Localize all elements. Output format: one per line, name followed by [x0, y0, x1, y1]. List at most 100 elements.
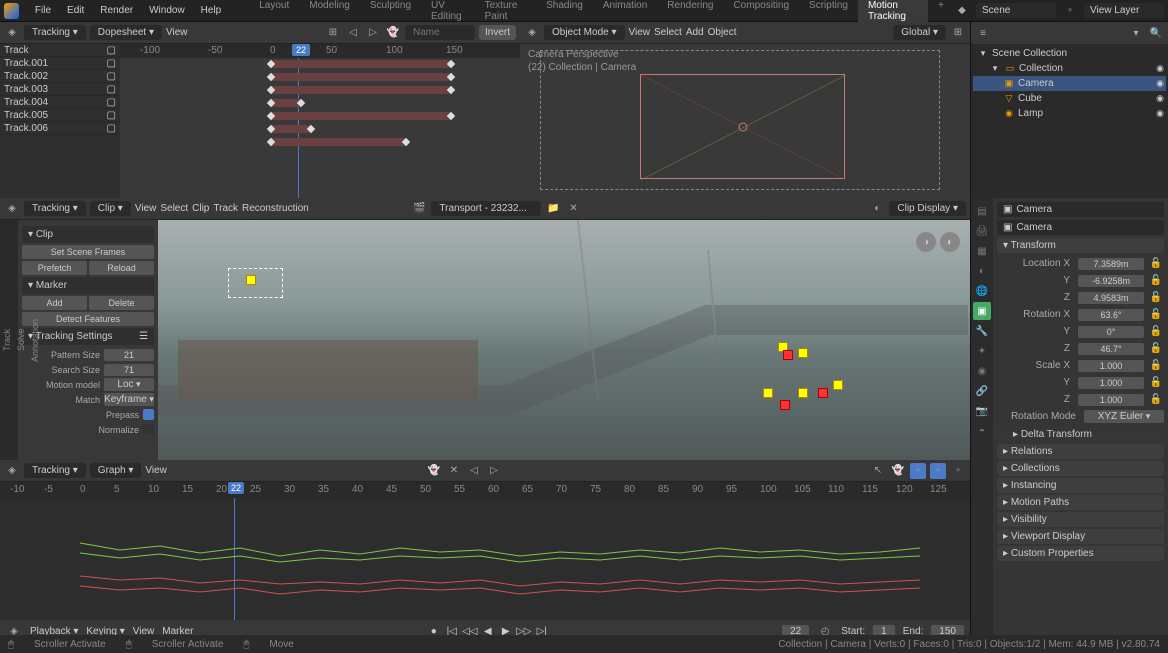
clip-clip-menu[interactable]: Clip: [192, 203, 209, 214]
graph-view-menu[interactable]: View: [145, 465, 167, 476]
tab-compositing[interactable]: Compositing: [723, 0, 799, 25]
lock-view-icon[interactable]: ◑: [916, 232, 936, 252]
lock-icon[interactable]: ▢: [107, 110, 116, 121]
menu-file[interactable]: File: [27, 2, 59, 19]
track-row[interactable]: Track.004▢: [0, 96, 120, 109]
track-row[interactable]: Track.003▢: [0, 83, 120, 96]
tab-animation[interactable]: Animation: [593, 0, 657, 25]
current-frame-indicator[interactable]: 22: [292, 44, 310, 56]
track-row[interactable]: Track.001▢: [0, 57, 120, 70]
tab-material[interactable]: ◓: [973, 422, 991, 440]
tab-world[interactable]: 🌐: [973, 282, 991, 300]
toggle2-icon[interactable]: ▫: [930, 463, 946, 479]
ghost-icon[interactable]: 👻: [426, 463, 442, 479]
clip-track-menu[interactable]: Track: [213, 203, 238, 214]
dopesheet-search[interactable]: [405, 25, 475, 40]
rot-z-field[interactable]: 46.7°: [1078, 343, 1144, 355]
snap-icon[interactable]: ⊞: [325, 25, 341, 41]
mute-icon[interactable]: ◐: [940, 232, 960, 252]
track-row[interactable]: Track.005▢: [0, 109, 120, 122]
section-instancing[interactable]: ▸ Instancing: [997, 478, 1164, 493]
clip-view[interactable]: ◑ ◐: [158, 220, 970, 460]
section-collections[interactable]: ▸ Collections: [997, 461, 1164, 476]
search-size-field[interactable]: 71: [104, 364, 154, 376]
outliner-row[interactable]: ▽Cube◉: [973, 91, 1166, 106]
lock-icon[interactable]: 🔓: [1148, 375, 1164, 391]
filter-icon[interactable]: ▾: [1128, 25, 1144, 41]
track-row[interactable]: Track.002▢: [0, 70, 120, 83]
tab-physics[interactable]: ◉: [973, 362, 991, 380]
editor-type-icon[interactable]: ◈: [524, 25, 540, 41]
vp-add-menu[interactable]: Add: [686, 27, 704, 38]
viewlayer-field[interactable]: View Layer: [1084, 3, 1164, 18]
toggle1-icon[interactable]: ▫: [910, 463, 926, 479]
ghost2-icon[interactable]: 👻: [890, 463, 906, 479]
track-row[interactable]: Track.006▢: [0, 122, 120, 135]
tab-solve[interactable]: Solve: [14, 220, 28, 460]
camera-frame[interactable]: [640, 74, 845, 179]
scene-name-field[interactable]: Scene: [976, 3, 1056, 18]
eye-icon[interactable]: ◉: [1154, 63, 1166, 75]
cursor-icon[interactable]: ↖: [870, 463, 886, 479]
tab-render[interactable]: ▤: [973, 202, 991, 220]
loc-y-field[interactable]: -6.9258m: [1078, 275, 1144, 287]
scale-z-field[interactable]: 1.000: [1078, 394, 1144, 406]
lock-icon[interactable]: ▢: [107, 58, 116, 69]
pattern-size-field[interactable]: 21: [104, 349, 154, 361]
lock-icon[interactable]: ▢: [107, 123, 116, 134]
tracking-marker[interactable]: [246, 275, 256, 285]
clip-recon-menu[interactable]: Reconstruction: [242, 203, 309, 214]
match-select[interactable]: Keyframe ▾: [104, 393, 154, 406]
dopesheet-ruler[interactable]: -100 -50 0 50 100 150 22: [120, 44, 520, 58]
section-custom-props[interactable]: ▸ Custom Properties: [997, 546, 1164, 561]
section-visibility[interactable]: ▸ Visibility: [997, 512, 1164, 527]
lock-icon[interactable]: ▢: [107, 84, 116, 95]
clip-display[interactable]: Clip Display ▾: [889, 201, 966, 216]
tab-scripting[interactable]: Scripting: [799, 0, 858, 25]
folder-icon[interactable]: 📁: [545, 201, 561, 217]
object-name-field[interactable]: ▣Camera: [997, 220, 1164, 235]
lock-icon[interactable]: 🔓: [1148, 256, 1164, 272]
lock-icon[interactable]: 🔓: [1148, 290, 1164, 306]
list-icon[interactable]: ☰: [139, 331, 148, 342]
tab-data[interactable]: 📷: [973, 402, 991, 420]
outliner-tree[interactable]: ▾Scene Collection ▾▭Collection◉ ▣Camera◉…: [971, 44, 1168, 198]
loc-x-field[interactable]: 7.3589m: [1078, 258, 1144, 270]
clip-name-field[interactable]: Transport - 23232...: [431, 201, 541, 216]
menu-help[interactable]: Help: [193, 2, 230, 19]
current-frame-indicator[interactable]: 22: [228, 482, 244, 494]
section-delta[interactable]: ▸ Delta Transform: [997, 427, 1164, 442]
prev-key-icon[interactable]: ◁: [345, 25, 361, 41]
breadcrumb[interactable]: ▣Camera: [997, 202, 1164, 217]
tab-sculpting[interactable]: Sculpting: [360, 0, 421, 25]
tab-layout[interactable]: Layout: [249, 0, 299, 25]
orientation-select[interactable]: Global ▾: [893, 25, 946, 40]
tracking-marker[interactable]: [763, 388, 773, 398]
lock-icon[interactable]: ▢: [107, 71, 116, 82]
editor-type-icon[interactable]: ◈: [4, 25, 20, 41]
lock-icon[interactable]: ▢: [107, 45, 116, 56]
delete-marker-button[interactable]: Delete: [89, 296, 154, 310]
lock-icon[interactable]: 🔓: [1148, 358, 1164, 374]
reload-button[interactable]: Reload: [89, 261, 154, 275]
snap-icon[interactable]: ⊞: [950, 25, 966, 41]
tab-rendering[interactable]: Rendering: [657, 0, 723, 25]
dopesheet-keys-area[interactable]: -100 -50 0 50 100 150 22: [120, 44, 520, 198]
toggle3-icon[interactable]: ▫: [950, 463, 966, 479]
vp-object-menu[interactable]: Object: [708, 27, 737, 38]
prepass-checkbox[interactable]: [143, 409, 154, 420]
dopesheet-view-menu[interactable]: View: [166, 27, 188, 38]
outliner-row[interactable]: ▾Scene Collection: [973, 46, 1166, 61]
rotmode-select[interactable]: XYZ Euler ▾: [1084, 410, 1164, 423]
mode-select[interactable]: Object Mode ▾: [544, 25, 625, 40]
tab-particle[interactable]: ✦: [973, 342, 991, 360]
invert-button[interactable]: Invert: [479, 25, 516, 40]
editor-type-icon[interactable]: ◈: [4, 463, 20, 479]
tab-output[interactable]: 🖨: [973, 222, 991, 240]
scale-y-field[interactable]: 1.000: [1078, 377, 1144, 389]
tab-scene[interactable]: ◐: [973, 262, 991, 280]
normalize-checkbox[interactable]: [143, 424, 154, 435]
lock-icon[interactable]: 🔓: [1148, 341, 1164, 357]
section-relations[interactable]: ▸ Relations: [997, 444, 1164, 459]
eye-icon[interactable]: ◉: [1154, 78, 1166, 90]
